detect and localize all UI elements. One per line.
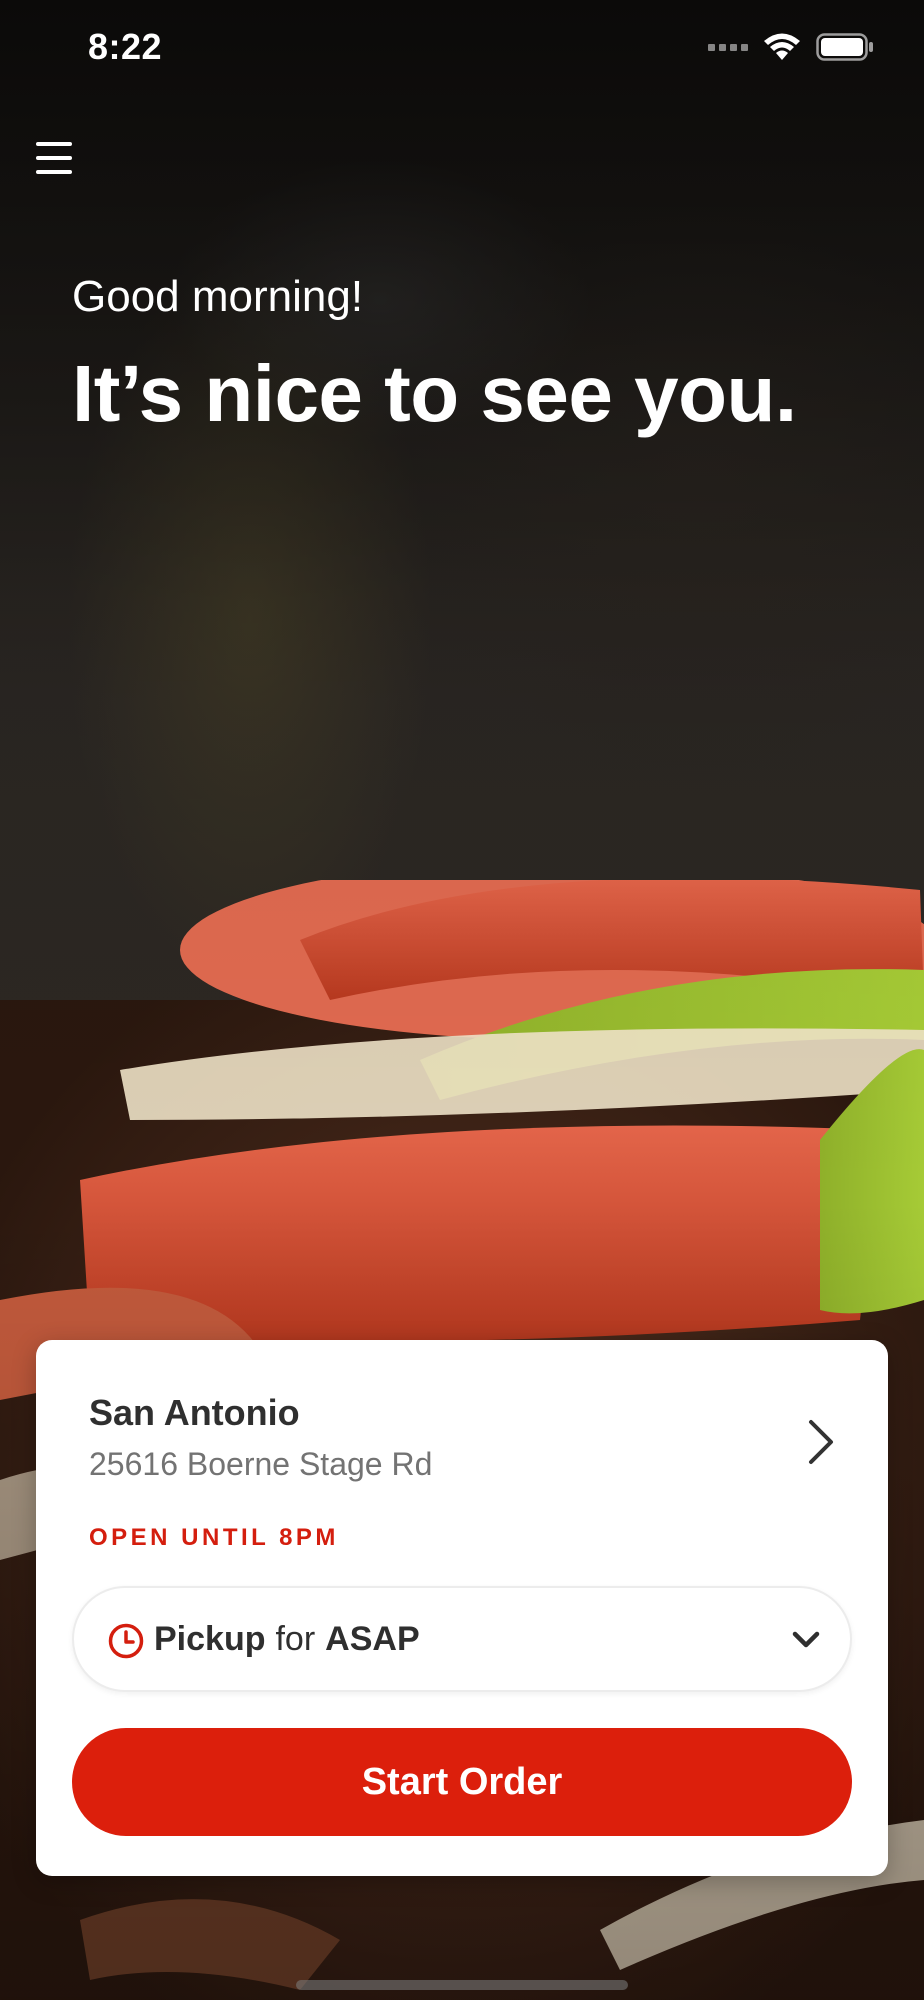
order-mode-connector: for	[275, 1620, 316, 1658]
location-name: San Antonio	[89, 1392, 300, 1433]
hamburger-menu-icon[interactable]	[34, 138, 74, 178]
battery-icon	[816, 33, 873, 61]
headline-text: It’s nice to see you.	[72, 349, 797, 438]
location-selector[interactable]: San Antonio 25616 Boerne Stage Rd	[36, 1340, 888, 1540]
order-mode-label: Pickup	[154, 1620, 266, 1658]
status-icons	[708, 32, 874, 62]
location-address: 25616 Boerne Stage Rd	[89, 1446, 433, 1482]
home-indicator[interactable]	[296, 1980, 628, 1990]
order-card: San Antonio 25616 Boerne Stage Rd OPEN U…	[36, 1340, 888, 1876]
order-mode-text: Pickup for ASAP	[154, 1620, 420, 1659]
wifi-icon	[764, 33, 800, 60]
order-mode-dropdown[interactable]: Pickup for ASAP	[72, 1586, 852, 1692]
status-bar: 8:22	[0, 0, 924, 100]
start-order-button[interactable]: Start Order	[72, 1728, 852, 1836]
chevron-right-icon[interactable]	[806, 1418, 836, 1466]
clock-icon	[108, 1623, 144, 1659]
order-time-label: ASAP	[325, 1620, 420, 1658]
hours-status: OPEN UNTIL 8PM	[89, 1524, 339, 1551]
greeting-text: Good morning!	[72, 272, 364, 321]
chevron-down-icon[interactable]	[792, 1630, 820, 1650]
status-time: 8:22	[88, 26, 163, 67]
signal-icon	[708, 43, 748, 51]
